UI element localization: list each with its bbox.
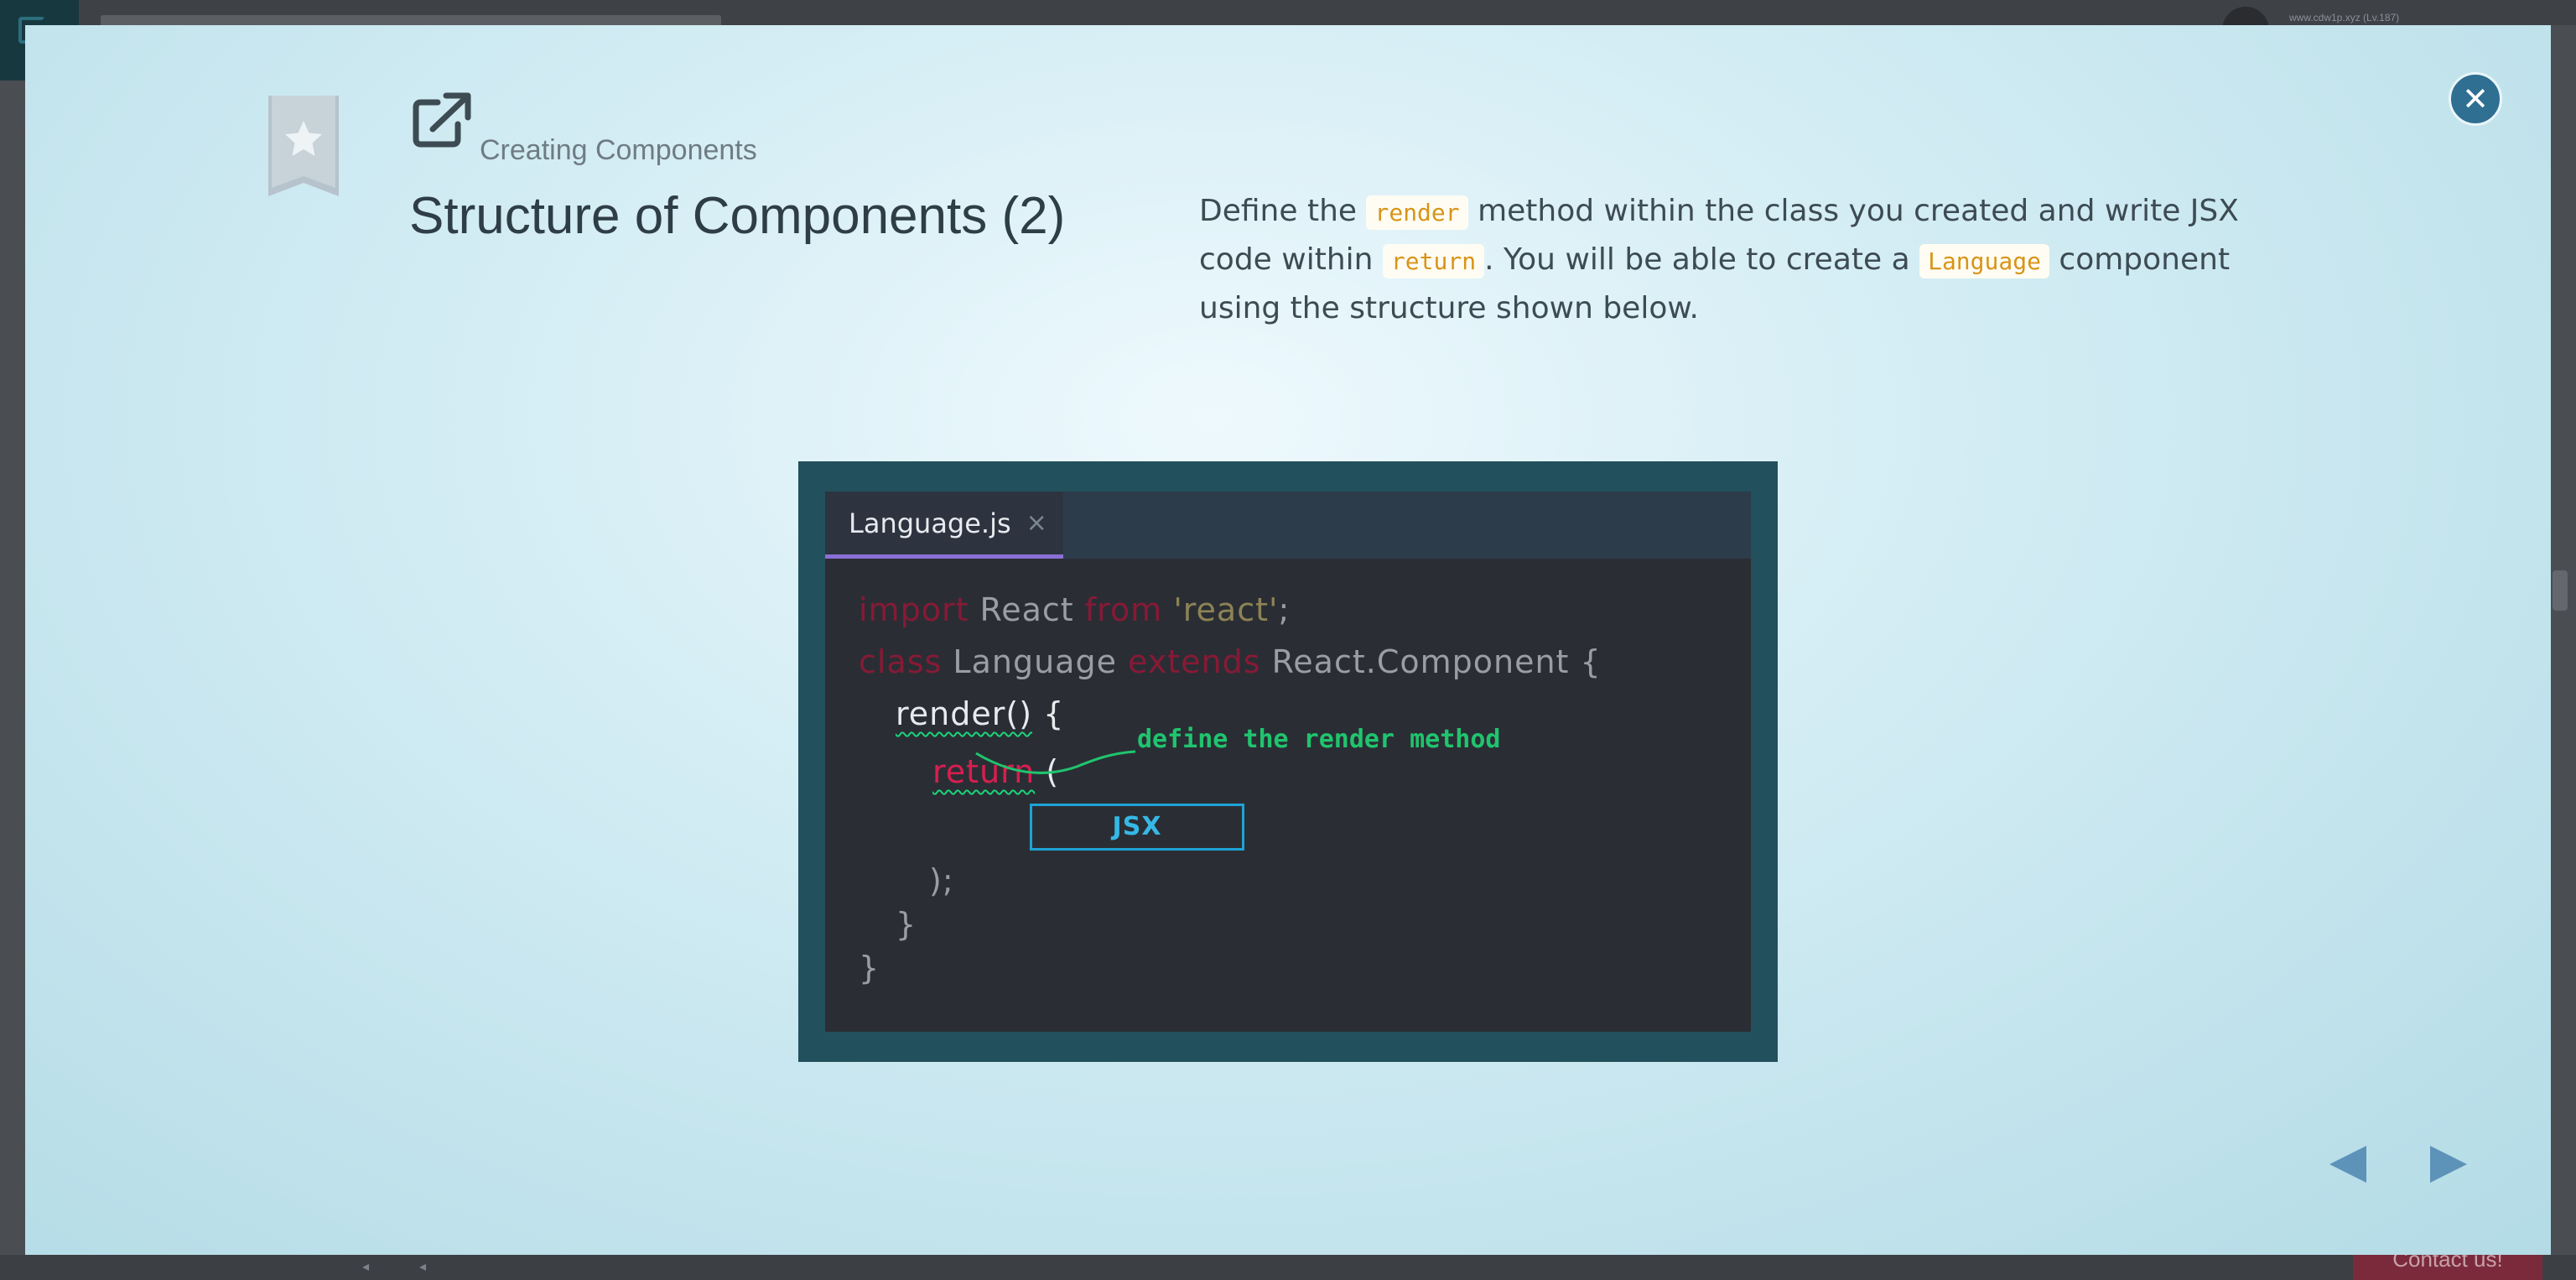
string-literal: 'react' <box>1173 591 1279 628</box>
code-illustration: Language.js × import React from 'react';… <box>798 461 1778 1062</box>
keyword-import: import <box>859 591 969 628</box>
code-text: React.Component { <box>1260 643 1602 680</box>
previous-slide-button[interactable] <box>2323 1139 2373 1189</box>
keyword-class: class <box>859 643 943 680</box>
background-scrollbar <box>2553 570 2568 611</box>
keyword-extends: extends <box>1128 643 1261 680</box>
code-text: React <box>969 591 1085 628</box>
annotation-label: define the render method <box>1137 725 1501 754</box>
keyword-from: from <box>1084 591 1163 628</box>
code-text: } <box>896 906 917 943</box>
next-slide-button[interactable] <box>2423 1139 2474 1189</box>
tab-language-js: Language.js × <box>825 492 1063 559</box>
annotation-arrow-curve <box>975 750 1136 774</box>
code-line-5: JSX <box>859 804 1731 859</box>
code-chip-language: Language <box>1919 244 2049 278</box>
code-line-1: import React from 'react'; <box>859 584 1731 636</box>
desc-text-3: . You will be able to create a <box>1484 242 1920 277</box>
user-label: www.cdw1p.xyz (Lv.187) <box>2289 12 2400 23</box>
code-text: } <box>859 950 880 986</box>
close-button[interactable]: ✕ <box>2449 72 2502 126</box>
external-link-icon[interactable] <box>413 92 473 148</box>
tab-close-icon: × <box>1026 508 1047 538</box>
triangle-right-icon <box>2430 1146 2467 1183</box>
code-chip-return: return <box>1382 244 1485 278</box>
render-method: render() <box>896 695 1033 732</box>
editor-tab-bar: Language.js × <box>825 492 1751 559</box>
code-chip-render: render <box>1366 195 1468 230</box>
code-line-2: class Language extends React.Component { <box>859 636 1731 688</box>
code-line-6: ); <box>859 859 1731 903</box>
triangle-left-icon <box>2329 1146 2366 1183</box>
code-text: ; <box>1278 591 1291 628</box>
code-line-8: } <box>859 946 1731 990</box>
scroll-left-icon: ◂ <box>362 1258 370 1274</box>
code-line-7: } <box>859 903 1731 946</box>
bookmark-star-icon[interactable] <box>268 96 339 196</box>
tab-label: Language.js <box>849 507 1011 539</box>
breadcrumb: Creating Components <box>480 134 757 166</box>
close-x-icon: ✕ <box>2462 81 2489 117</box>
code-editor: Language.js × import React from 'react';… <box>825 492 1751 1032</box>
background-bottombar <box>0 1255 2576 1280</box>
lesson-description: Define the render method within the clas… <box>1199 188 2289 332</box>
scroll-right-icon: ◂ <box>419 1258 427 1274</box>
code-text: { <box>1032 695 1065 732</box>
jsx-placeholder-box: JSX <box>1030 804 1244 851</box>
lesson-modal: ✕ Creating Components Structure of Compo… <box>25 25 2551 1255</box>
desc-text-1: Define the <box>1199 194 1367 228</box>
code-text: Language <box>942 643 1129 680</box>
page-title: Structure of Components (2) <box>409 187 1066 245</box>
code-text: ); <box>929 862 954 899</box>
